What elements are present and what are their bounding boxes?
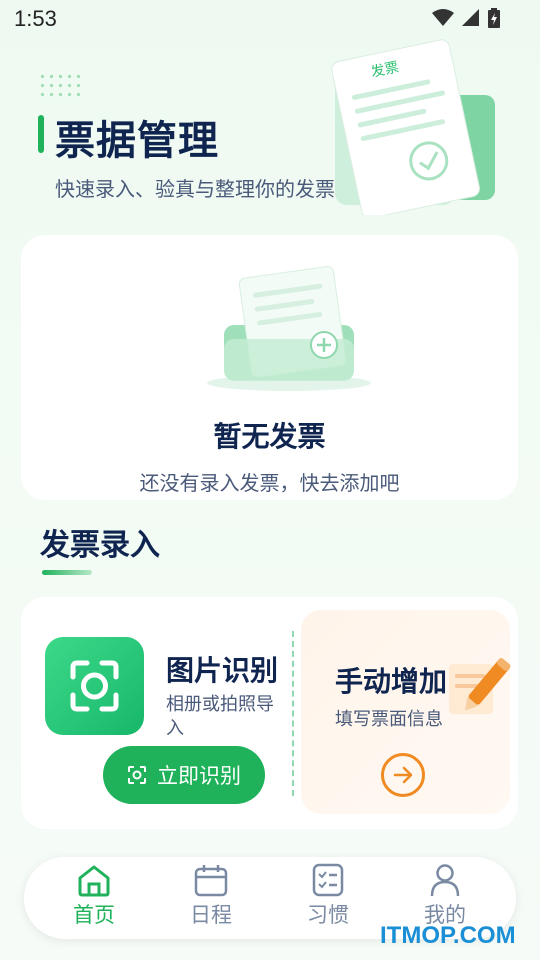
- status-bar: 1:53: [0, 0, 540, 38]
- decorative-dots: [38, 72, 80, 102]
- image-recognition-title: 图片识别: [166, 654, 279, 687]
- invoice-illustration: 发票: [331, 39, 495, 215]
- empty-state-card: 暂无发票 还没有录入发票，快去添加吧: [21, 235, 518, 500]
- status-time: 1:53: [14, 6, 57, 31]
- nav-item-habits[interactable]: 习惯: [288, 863, 368, 935]
- nav-label-habits: 习惯: [307, 903, 349, 927]
- page-subtitle: 快速录入、验真与整理你的发票: [55, 177, 335, 201]
- section-underline: [42, 570, 92, 575]
- recognize-now-label: 立即识别: [157, 764, 241, 788]
- page-title: 票据管理: [55, 118, 219, 164]
- home-icon: [78, 865, 110, 897]
- person-icon: [430, 864, 460, 897]
- image-recognition-tile[interactable]: [45, 637, 144, 735]
- arrow-right-icon: [393, 766, 413, 784]
- nav-label-schedule: 日程: [190, 903, 232, 927]
- invoice-entry-card: 图片识别 相册或拍照导入 立即识别 手动增加 填写票面信息: [21, 597, 518, 829]
- manual-add-title: 手动增加: [335, 665, 448, 698]
- watermark: ITMOP.COM: [380, 922, 516, 949]
- dashed-divider: [292, 631, 294, 796]
- image-recognition-description: 相册或拍照导入: [166, 694, 274, 739]
- manual-add-panel[interactable]: 手动增加 填写票面信息: [301, 610, 511, 814]
- manual-add-description: 填写票面信息: [335, 709, 443, 730]
- checklist-icon: [312, 863, 344, 897]
- nav-item-schedule[interactable]: 日程: [171, 863, 251, 935]
- title-accent-bar: [38, 115, 44, 153]
- scan-small-icon: [128, 766, 146, 784]
- empty-state-title: 暂无发票: [213, 420, 326, 453]
- nav-item-home[interactable]: 首页: [54, 863, 134, 935]
- battery-icon: [488, 8, 500, 28]
- scan-icon: [70, 660, 119, 712]
- signal-icon: [462, 9, 479, 26]
- empty-state-description: 还没有录入发票，快去添加吧: [139, 471, 400, 495]
- pencil-paper-icon: [449, 658, 511, 714]
- wifi-icon: [432, 9, 454, 26]
- status-icons: [432, 8, 500, 28]
- nav-label-home: 首页: [73, 903, 115, 927]
- section-title: 发票录入: [40, 528, 160, 563]
- empty-invoice-illustration: [207, 266, 371, 391]
- manual-add-arrow-button[interactable]: [381, 753, 425, 797]
- calendar-icon: [194, 865, 228, 897]
- recognize-now-button[interactable]: 立即识别: [103, 746, 265, 804]
